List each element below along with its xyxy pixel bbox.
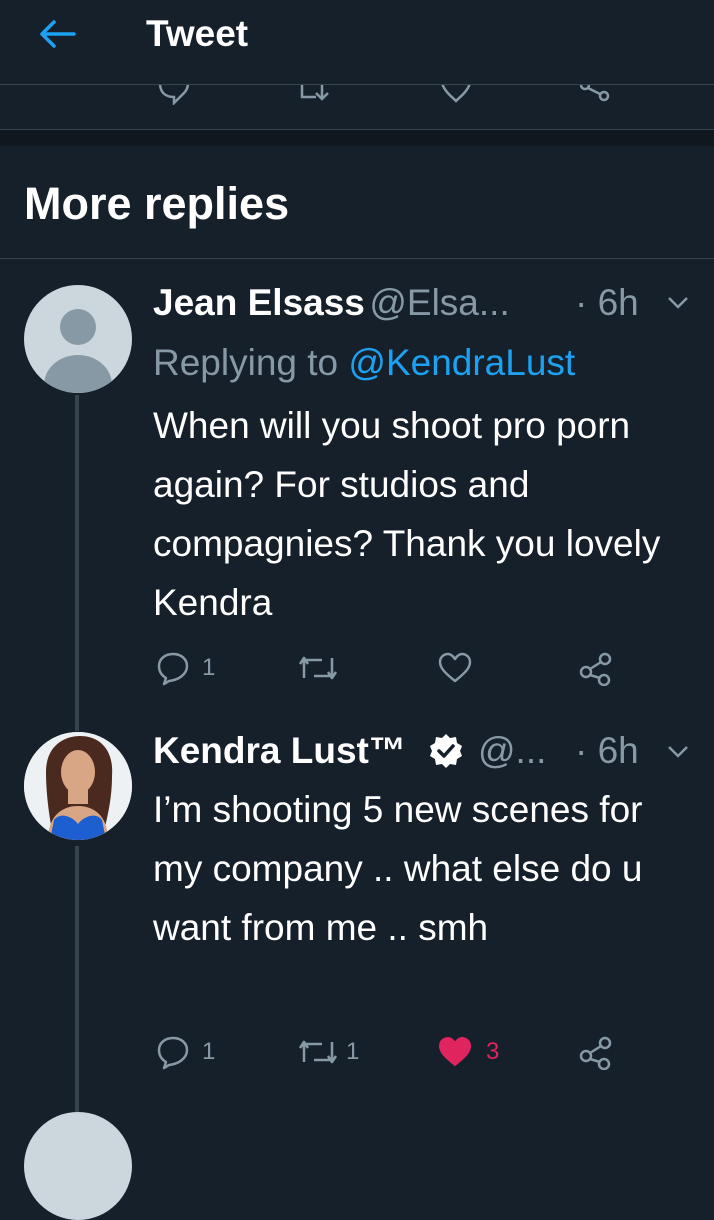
display-name[interactable]: Kendra Lust™ — [153, 730, 406, 771]
like-count: 3 — [486, 1038, 500, 1065]
retweet-icon[interactable] — [298, 650, 338, 686]
reply-icon[interactable] — [155, 1034, 191, 1070]
like-icon[interactable] — [437, 650, 473, 686]
timestamp[interactable]: · 6h — [575, 278, 639, 328]
profile-photo — [24, 732, 132, 840]
thread-line — [75, 395, 79, 731]
user-handle[interactable]: @Elsa... — [369, 282, 509, 323]
back-arrow-icon[interactable] — [36, 14, 80, 54]
avatar-default-partial[interactable] — [24, 1112, 132, 1220]
more-replies-heading: More replies — [24, 178, 290, 229]
default-profile-icon — [44, 309, 112, 393]
top-bar — [0, 0, 714, 85]
retweet-icon[interactable] — [298, 85, 338, 105]
avatar-kendra[interactable] — [24, 732, 132, 840]
display-name[interactable]: Jean Elsass — [153, 282, 365, 323]
retweet-icon[interactable] — [298, 1034, 338, 1070]
chevron-down-icon[interactable] — [667, 296, 689, 310]
replying-prefix: Replying to — [153, 342, 349, 383]
avatar-default[interactable] — [24, 285, 132, 393]
share-icon[interactable] — [578, 1034, 614, 1070]
reply-count: 1 — [202, 1038, 216, 1065]
main-tweet-action-bar — [0, 85, 714, 130]
retweet-count: 1 — [346, 1038, 360, 1065]
reply-count: 1 — [202, 654, 216, 681]
share-icon[interactable] — [578, 650, 614, 686]
reply-icon[interactable] — [155, 650, 191, 686]
like-icon[interactable] — [440, 85, 472, 103]
share-icon[interactable] — [580, 85, 612, 105]
timestamp[interactable]: · 6h — [575, 726, 639, 776]
reply-icon[interactable] — [156, 85, 192, 105]
chevron-down-icon[interactable] — [667, 745, 689, 759]
reply-header: Jean Elsass @Elsa... — [153, 278, 510, 328]
divider — [0, 258, 714, 259]
verified-badge-icon — [430, 734, 462, 768]
like-icon-filled[interactable] — [437, 1034, 473, 1070]
replying-to-line: Replying to @KendraLust — [153, 339, 575, 387]
section-gap — [0, 130, 714, 146]
reply-header: Kendra Lust™ — [153, 726, 406, 776]
reply-text: I’m shooting 5 new scenes for my company… — [153, 789, 643, 948]
mention-link[interactable]: @KendraLust — [348, 342, 575, 383]
page-title: Tweet — [146, 13, 249, 54]
reply-text: When will you shoot pro porn again? For … — [153, 405, 661, 623]
thread-line — [75, 846, 79, 1124]
user-handle[interactable]: @... — [478, 726, 546, 776]
